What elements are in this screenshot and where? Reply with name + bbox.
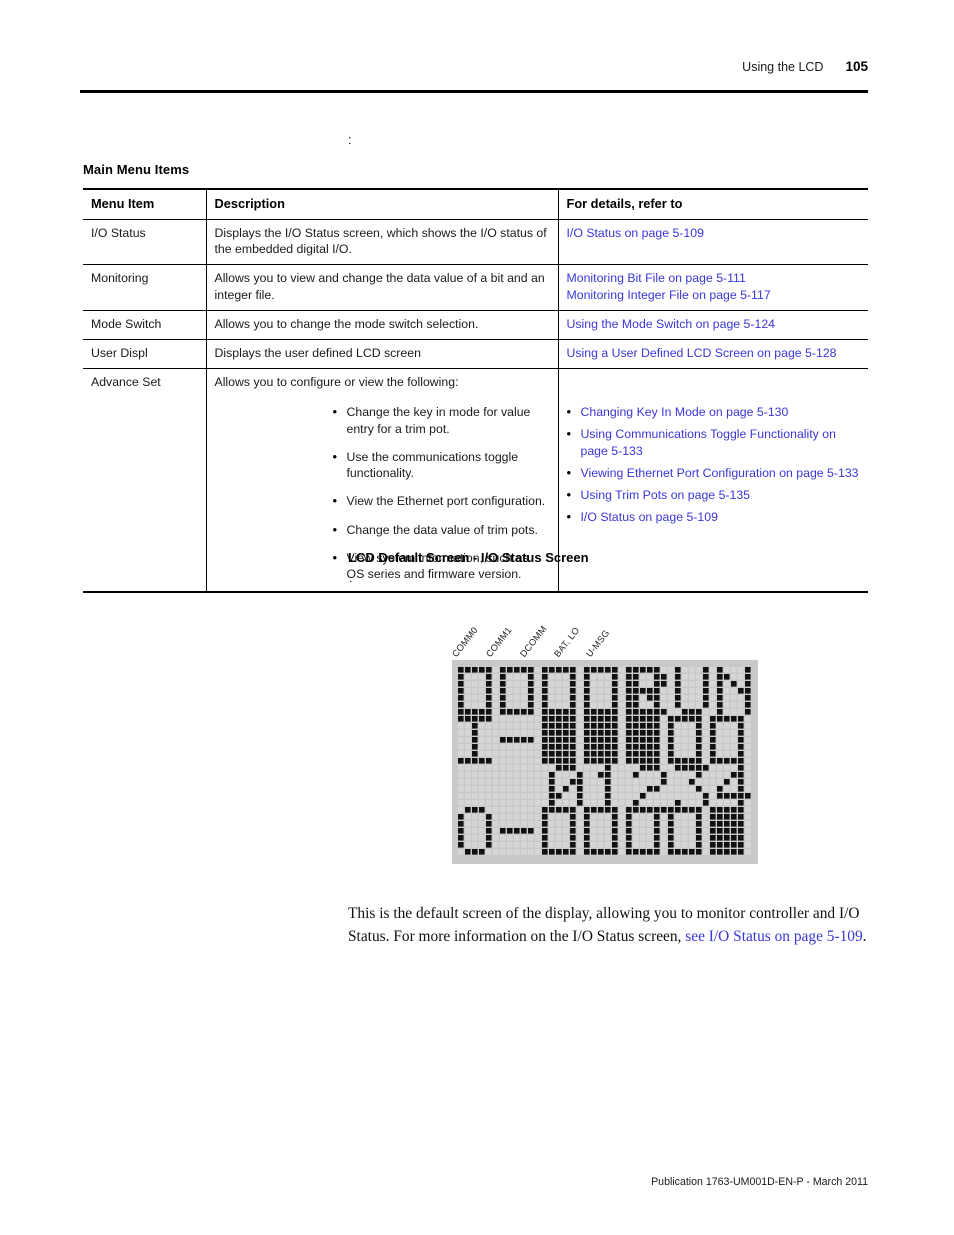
reference-list: I/O Status on page 5-109: [567, 225, 861, 241]
cell-references: Using the Mode Switch on page 5-124: [558, 310, 868, 340]
cell-references: Monitoring Bit File on page 5-111 Monito…: [558, 264, 868, 311]
table-header: Menu Item Description For details, refer…: [83, 187, 868, 220]
doc-link[interactable]: Using Trim Pots on page 5-135: [567, 486, 861, 503]
reference-list: Using the Mode Switch on page 5-124: [567, 316, 861, 332]
list-item: View the Ethernet port configuration.: [333, 492, 550, 509]
page-number: 105: [845, 59, 868, 74]
figure-heading: LCD Default Screen - I/O Status Screen: [348, 550, 589, 565]
indicator-label-comm0: COMM0: [450, 625, 480, 659]
column-header-for-details: For details, refer to: [558, 187, 868, 220]
cell-references: Changing Key In Mode on page 5-130 Using…: [558, 368, 868, 594]
reference-bullet-list: Changing Key In Mode on page 5-130 Using…: [567, 403, 861, 525]
description-intro: Allows you to configure or view the foll…: [214, 375, 459, 390]
cell-menu-item: Monitoring: [83, 264, 207, 311]
page-footer: Publication 1763-UM001D-EN-P - March 201…: [651, 1176, 868, 1188]
lcd-default-screen-figure: COMM0 COMM1 DCOMM BAT. LO U-MSG: [450, 603, 762, 871]
page-header: Using the LCD 105: [80, 58, 868, 76]
header-section-title: Using the LCD: [742, 60, 824, 74]
table-row: I/O Status Displays the I/O Status scree…: [83, 219, 868, 266]
doc-link[interactable]: Monitoring Integer File on page 5-117: [567, 287, 861, 303]
column-header-description: Description: [206, 187, 559, 220]
cell-menu-item: Mode Switch: [83, 310, 207, 340]
cell-description: Allows you to change the mode switch sel…: [206, 310, 559, 340]
stray-dot-mark: .: [349, 571, 353, 585]
doc-link[interactable]: Using Communications Toggle Functionalit…: [567, 425, 861, 458]
lcd-dot-matrix-screen: [458, 667, 752, 857]
cell-menu-item: I/O Status: [83, 219, 207, 266]
reference-list: Monitoring Bit File on page 5-111 Monito…: [567, 270, 861, 302]
doc-link[interactable]: I/O Status on page 5-109: [567, 508, 861, 525]
stray-colon-mark: :: [348, 132, 352, 147]
list-item: Change the key in mode for value entry f…: [333, 403, 550, 436]
table-header-row: Menu Item Description For details, refer…: [83, 187, 868, 220]
cell-menu-item: Advance Set: [83, 368, 207, 594]
list-item: Use the communications toggle functional…: [333, 448, 550, 481]
doc-link[interactable]: Viewing Ethernet Port Configuration on p…: [567, 464, 861, 481]
lcd-indicator-labels: COMM0 COMM1 DCOMM BAT. LO U-MSG: [450, 603, 762, 659]
reference-list: Using a User Defined LCD Screen on page …: [567, 345, 861, 361]
table-row: Monitoring Allows you to view and change…: [83, 264, 868, 311]
list-item: Change the data value of trim pots.: [333, 521, 550, 538]
doc-link[interactable]: Using a User Defined LCD Screen on page …: [567, 345, 861, 361]
table-caption: Main Menu Items: [83, 162, 190, 177]
cell-references: I/O Status on page 5-109: [558, 219, 868, 266]
table-row: Mode Switch Allows you to change the mod…: [83, 310, 868, 340]
header-rule: [80, 90, 868, 93]
lcd-bezel: [452, 660, 758, 864]
indicator-label-dcomm: DCOMM: [518, 623, 549, 659]
indicator-label-bat-lo: BAT. LO: [552, 625, 582, 659]
lcd-matrix-svg: [458, 667, 751, 855]
cell-menu-item: User Displ: [83, 339, 207, 370]
cell-description: Displays the I/O Status screen, which sh…: [206, 219, 559, 266]
cell-description: Allows you to view and change the data v…: [206, 264, 559, 311]
cell-description: Displays the user defined LCD screen: [206, 339, 559, 370]
table-body: I/O Status Displays the I/O Status scree…: [83, 219, 868, 594]
cell-references: Using a User Defined LCD Screen on page …: [558, 339, 868, 370]
body-paragraph: This is the default screen of the displa…: [348, 903, 872, 948]
doc-link[interactable]: Changing Key In Mode on page 5-130: [567, 403, 861, 420]
doc-link[interactable]: see I/O Status on page 5-109: [685, 928, 862, 945]
doc-link[interactable]: Using the Mode Switch on page 5-124: [567, 316, 861, 332]
main-menu-items-table: Menu Item Description For details, refer…: [83, 187, 868, 594]
table-row: User Displ Displays the user defined LCD…: [83, 339, 868, 370]
doc-link[interactable]: Monitoring Bit File on page 5-111: [567, 270, 861, 286]
column-header-menu-item: Menu Item: [83, 187, 207, 220]
doc-link[interactable]: I/O Status on page 5-109: [567, 225, 861, 241]
paragraph-text-tail: .: [862, 927, 867, 945]
indicator-label-comm1: COMM1: [484, 625, 514, 659]
indicator-label-u-msg: U-MSG: [584, 627, 612, 659]
